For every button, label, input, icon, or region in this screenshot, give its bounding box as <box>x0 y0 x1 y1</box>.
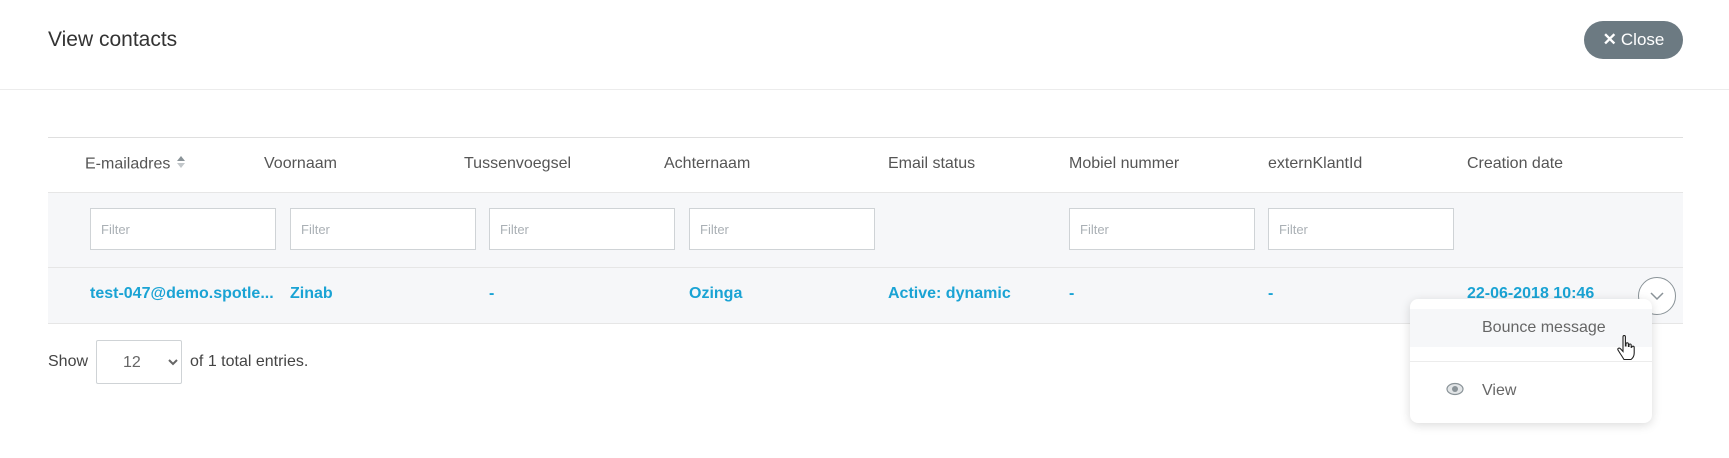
modal-header: View contacts ✕ Close <box>0 0 1729 90</box>
page-size-select[interactable]: 12 <box>96 340 183 384</box>
chevron-down-icon <box>1650 291 1664 300</box>
column-header-voornaam[interactable]: Voornaam <box>264 155 337 173</box>
tussenvoegsel-filter-input[interactable] <box>489 208 675 250</box>
column-header-email[interactable]: E-mailadres <box>85 155 186 174</box>
hand-cursor-icon <box>1617 334 1635 366</box>
page-title: View contacts <box>48 28 178 51</box>
menu-item-bounce-message[interactable]: Bounce message <box>1410 309 1652 347</box>
close-icon: ✕ <box>1602 30 1617 49</box>
voornaam-filter-input[interactable] <box>290 208 476 250</box>
menu-item-view[interactable]: View <box>1410 367 1652 413</box>
extern-klant-id-cell-link[interactable]: - <box>1268 285 1273 303</box>
close-button[interactable]: ✕ Close <box>1584 21 1683 59</box>
sort-icon[interactable] <box>176 155 186 174</box>
eye-icon <box>1446 382 1464 401</box>
pagination-footer: Show 12 of 1 total entries. <box>48 340 308 384</box>
email-cell-link[interactable]: test-047@demo.spotle... <box>90 285 274 303</box>
email-status-cell-link[interactable]: Active: dynamic <box>888 285 1011 303</box>
close-button-label: Close <box>1620 30 1665 49</box>
row-actions-menu: Bounce message View <box>1410 299 1652 423</box>
column-header-email-status[interactable]: Email status <box>888 155 975 173</box>
menu-divider <box>1410 361 1652 362</box>
achternaam-cell-link[interactable]: Ozinga <box>689 285 742 303</box>
column-header-tussenvoegsel[interactable]: Tussenvoegsel <box>464 155 571 173</box>
menu-item-label: Bounce message <box>1482 319 1606 336</box>
entries-label: of 1 total entries. <box>190 353 309 370</box>
tussenvoegsel-cell-link[interactable]: - <box>489 285 494 303</box>
column-header-achternaam[interactable]: Achternaam <box>664 155 750 173</box>
show-label: Show <box>48 353 89 370</box>
column-header-mobiel-nummer[interactable]: Mobiel nummer <box>1069 155 1179 173</box>
mobiel-filter-input[interactable] <box>1069 208 1255 250</box>
email-filter-input[interactable] <box>90 208 276 250</box>
mobiel-cell-link[interactable]: - <box>1069 285 1074 303</box>
column-header-creation-date[interactable]: Creation date <box>1467 155 1563 173</box>
menu-item-label: View <box>1482 382 1517 399</box>
extern-klant-id-filter-input[interactable] <box>1268 208 1454 250</box>
achternaam-filter-input[interactable] <box>689 208 875 250</box>
voornaam-cell-link[interactable]: Zinab <box>290 285 333 303</box>
column-header-label: E-mailadres <box>85 155 171 173</box>
column-header-extern-klant-id[interactable]: externKlantId <box>1268 155 1362 173</box>
